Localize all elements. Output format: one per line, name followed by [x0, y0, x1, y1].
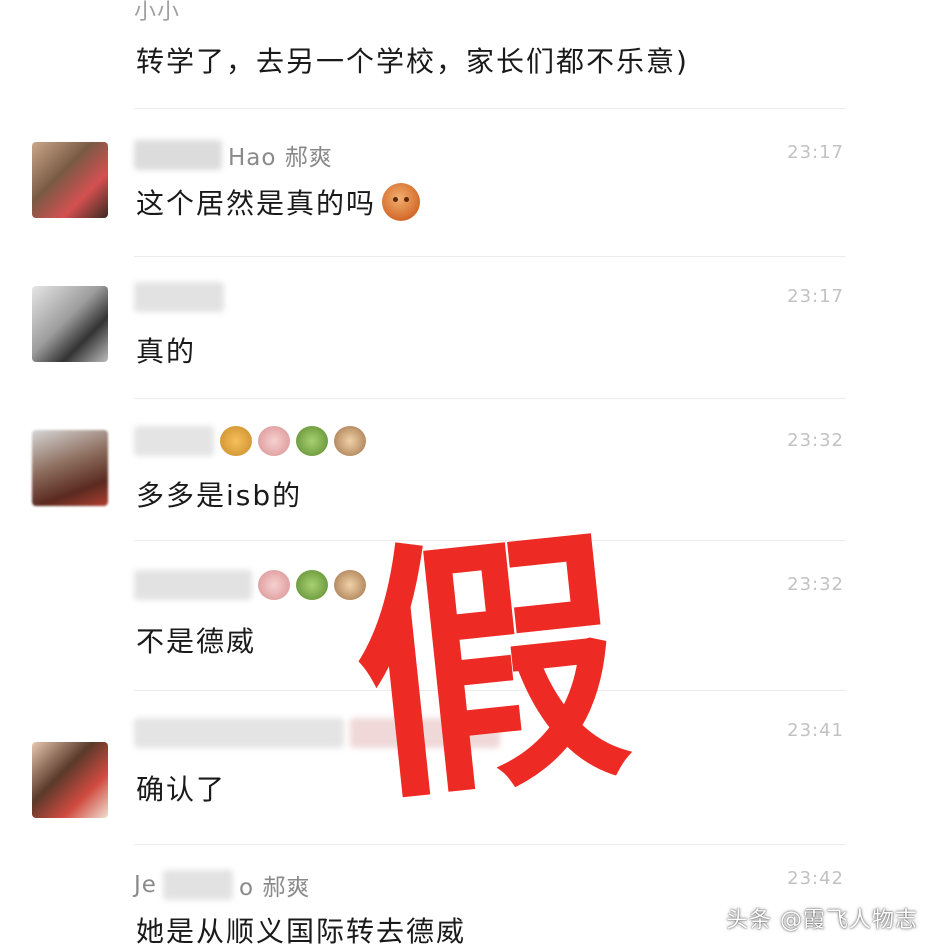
chat-message[interactable]: Je o 郝爽 23:42 她是从顺义国际转去德威 [0, 846, 936, 952]
timestamp: 23:32 [787, 574, 844, 595]
message-text-content: 这个居然是真的吗 [136, 187, 377, 220]
dragon-face-icon [296, 570, 328, 600]
pig-face-icon [258, 426, 290, 456]
blurred-name [134, 718, 344, 748]
blurred-name [134, 426, 214, 456]
divider [134, 256, 846, 257]
sender-name [134, 570, 366, 600]
blurred-name [134, 570, 252, 600]
divider [134, 398, 846, 399]
message-text: 多多是isb的 [136, 479, 303, 512]
embarrassed-face-emoji-icon [382, 183, 421, 221]
sender-name-text: Hao 郝爽 [228, 145, 333, 171]
chat-message[interactable]: Hao 郝爽 23:17 这个居然是真的吗 [0, 110, 936, 260]
divider [134, 108, 846, 109]
timestamp: 23:17 [787, 286, 844, 307]
blurred-name [162, 870, 233, 900]
avatar[interactable] [32, 286, 108, 362]
sender-name: 小小 [134, 0, 181, 25]
message-text: 转学了，去另一个学校，家长们都不乐意) [136, 45, 689, 78]
sender-name [134, 426, 366, 456]
message-text: 确认了 [136, 773, 227, 806]
timestamp: 23:32 [787, 430, 844, 451]
watermark: 头条 @霞飞人物志 [726, 908, 918, 933]
avatar[interactable] [32, 142, 108, 218]
sender-name-prefix: Je [134, 872, 157, 898]
message-text: 她是从顺义国际转去德威 [136, 915, 467, 948]
avatar[interactable] [32, 430, 108, 506]
divider [134, 844, 846, 845]
fake-stamp: 假 [340, 500, 640, 840]
timestamp: 23:17 [787, 142, 844, 163]
blurred-name [134, 140, 222, 170]
monkey-face-icon [334, 426, 366, 456]
chat-message[interactable]: 23:17 真的 [0, 258, 936, 398]
dragon-face-icon [296, 426, 328, 456]
timestamp: 23:42 [787, 868, 844, 889]
avatar[interactable] [32, 742, 108, 818]
sender-name: Hao 郝爽 [134, 138, 333, 172]
sender-name [134, 282, 224, 312]
message-text: 这个居然是真的吗 [136, 182, 421, 222]
sender-name: Je o 郝爽 [134, 868, 310, 902]
sender-name-suffix: o 郝爽 [238, 875, 311, 901]
blurred-name [134, 282, 224, 312]
tiger-face-icon [220, 426, 252, 456]
message-text: 真的 [136, 335, 197, 368]
chat-message[interactable]: 小小 转学了，去另一个学校，家长们都不乐意) [0, 0, 936, 110]
message-text: 不是德威 [136, 625, 257, 658]
pig-face-icon [258, 570, 290, 600]
timestamp: 23:41 [787, 720, 844, 741]
